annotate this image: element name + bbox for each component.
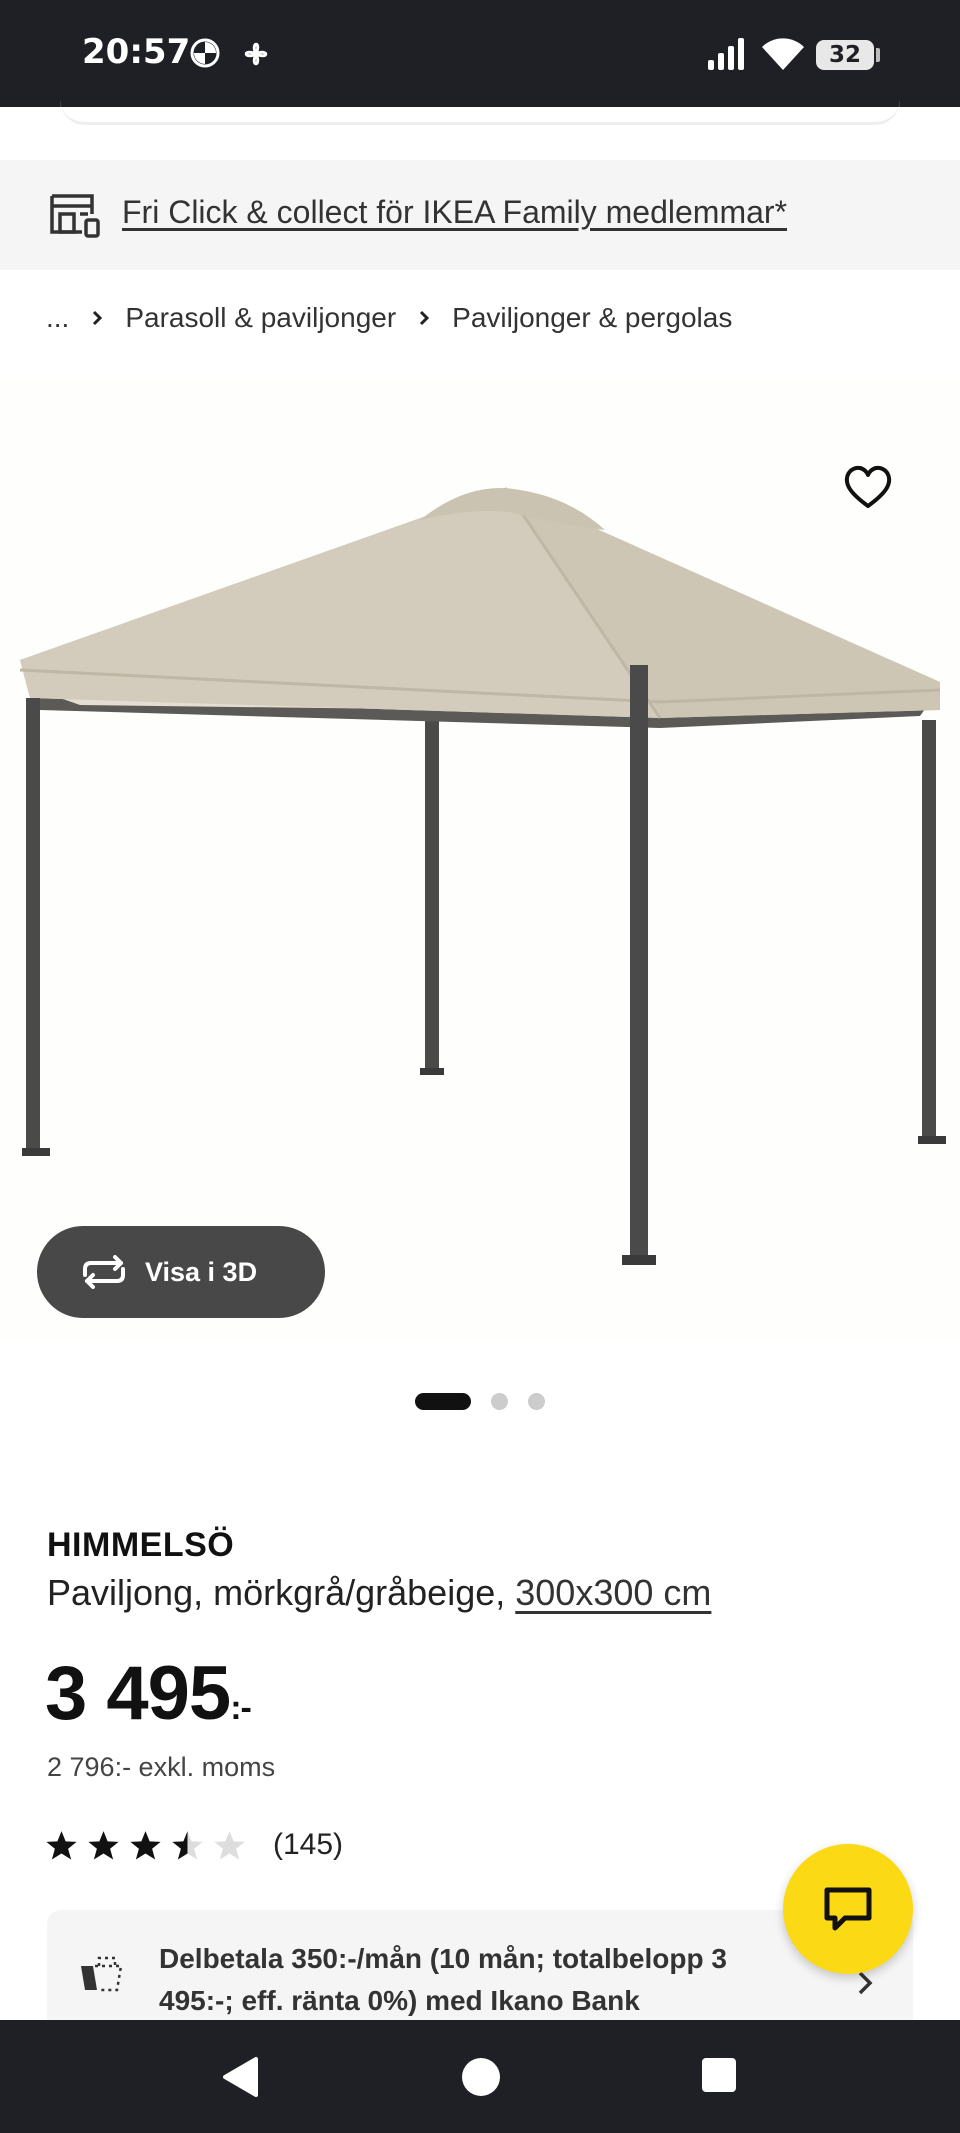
click-collect-banner[interactable]: Fri Click & collect för IKEA Family medl… <box>0 160 960 270</box>
product-description-text: Paviljong, mörkgrå/gråbeige, <box>47 1572 506 1613</box>
price-suffix: :- <box>230 1689 252 1727</box>
fan-icon <box>240 38 272 75</box>
breadcrumb-item-paviljonger[interactable]: Paviljonger & pergolas <box>452 302 732 334</box>
installment-icon <box>79 1954 127 1999</box>
breadcrumb: ... Parasoll & paviljonger Paviljonger &… <box>46 302 732 334</box>
installment-offer[interactable]: Delbetala 350:-/mån (10 mån; totalbelopp… <box>47 1910 913 2030</box>
status-time: 20:57 <box>82 32 191 72</box>
bmw-icon <box>190 38 220 73</box>
breadcrumb-ellipsis[interactable]: ... <box>46 302 69 334</box>
product-rating[interactable]: (145) <box>45 1828 343 1862</box>
heart-icon <box>844 465 892 508</box>
product-size-link[interactable]: 300x300 cm <box>515 1572 711 1613</box>
battery-icon <box>876 48 880 62</box>
store-icon <box>48 192 102 243</box>
signal-icon <box>708 38 748 75</box>
product-description: Paviljong, mörkgrå/gråbeige, 300x300 cm <box>47 1572 711 1614</box>
chevron-right-icon <box>91 309 103 327</box>
back-icon[interactable] <box>220 2056 260 2103</box>
breadcrumb-item-parasoll[interactable]: Parasoll & paviljonger <box>125 302 396 334</box>
favorite-button[interactable] <box>840 460 896 516</box>
view-3d-label: Visa i 3D <box>145 1256 258 1287</box>
product-image[interactable] <box>0 380 960 1340</box>
click-collect-link[interactable]: Fri Click & collect för IKEA Family medl… <box>122 194 787 231</box>
chevron-right-icon <box>857 1970 873 2001</box>
product-price: 3 495:- <box>45 1650 252 1737</box>
star-full-icon <box>88 1830 119 1860</box>
view-3d-button[interactable]: Visa i 3D <box>37 1226 325 1318</box>
system-nav-bar <box>0 2020 960 2133</box>
product-name: HIMMELSÖ <box>47 1526 235 1564</box>
star-full-icon <box>130 1830 161 1860</box>
pagination-dot[interactable] <box>528 1393 545 1410</box>
gazebo-illustration <box>19 487 946 1265</box>
search-field-edge <box>60 100 900 125</box>
star-half-icon <box>172 1830 203 1860</box>
recents-icon[interactable] <box>700 2056 738 2099</box>
pagination-dot-active[interactable] <box>415 1393 471 1410</box>
battery-level: 32 <box>816 40 874 70</box>
star-empty-icon <box>214 1830 245 1860</box>
star-full-icon <box>46 1830 77 1860</box>
price-ex-vat: 2 796:- exkl. moms <box>47 1752 276 1782</box>
image-pagination <box>415 1393 545 1410</box>
status-bar: 20:57 32 <box>0 0 960 107</box>
chevron-right-icon <box>418 309 430 327</box>
rotate-3d-icon <box>79 1255 129 1289</box>
review-count: (145) <box>273 1828 344 1861</box>
wifi-icon <box>762 38 804 75</box>
price-value: 3 495 <box>45 1651 231 1736</box>
chat-icon <box>824 1887 872 1931</box>
home-icon[interactable] <box>460 2056 502 2103</box>
installment-text: Delbetala 350:-/mån (10 mån; totalbelopp… <box>159 1943 727 2016</box>
chat-button[interactable] <box>783 1844 913 1974</box>
pagination-dot[interactable] <box>491 1393 508 1410</box>
